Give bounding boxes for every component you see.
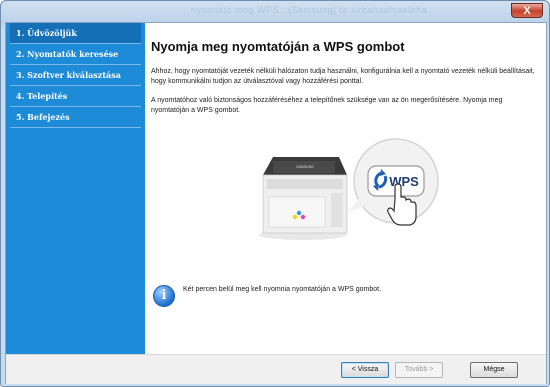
description-paragraph-1: Ahhoz, hogy nyomtatóját vezeték nélküli … bbox=[151, 68, 535, 85]
main-content: Nyomja meg nyomtatóján a WPS gombot Ahho… bbox=[145, 23, 546, 354]
wps-button-label: WPS bbox=[389, 174, 419, 189]
button-bar: < Vissza Tovább > Mégse bbox=[6, 354, 546, 384]
printer-brand-label: SAMSUNG bbox=[296, 165, 314, 169]
info-icon: i bbox=[153, 285, 175, 307]
step-welcome: 1. Üdvözöljük bbox=[10, 23, 141, 44]
printer-image: SAMSUNG bbox=[259, 157, 348, 240]
step-printer-search: 2. Nyomtatók keresése bbox=[10, 44, 141, 65]
step-install: 4. Telepítés bbox=[10, 86, 141, 107]
back-button[interactable]: < Vissza bbox=[341, 362, 389, 378]
steps-sidebar: 1. Üdvözöljük 2. Nyomtatók keresése 3. S… bbox=[6, 23, 145, 354]
page-title: Nyomja meg nyomtatóján a WPS gombot bbox=[151, 39, 405, 54]
printer-wps-illustration: SAMSUNG WPS bbox=[259, 138, 439, 240]
description-paragraph-2: A nyomtatóhoz való biztonságos hozzáféré… bbox=[151, 97, 503, 114]
installer-window: nyomtato meg WPS : (Samsung) te xirbahsa… bbox=[0, 0, 550, 387]
next-button[interactable]: Tovább > bbox=[395, 362, 443, 378]
window-title: nyomtato meg WPS : (Samsung) te xirbahsa… bbox=[191, 5, 428, 15]
info-message: Két percen belül meg kell nyomnia nyomta… bbox=[183, 286, 382, 293]
step-finish: 5. Befejezés bbox=[10, 107, 141, 128]
cancel-button[interactable]: Mégse bbox=[470, 362, 518, 378]
step-software-selection: 3. Szoftver kiválasztása bbox=[10, 65, 141, 86]
wps-callout: WPS bbox=[347, 138, 439, 226]
close-button[interactable]: X bbox=[511, 3, 543, 18]
wizard-body: 1. Üdvözöljük 2. Nyomtatók keresése 3. S… bbox=[5, 22, 547, 384]
title-bar: nyomtato meg WPS : (Samsung) te xirbahsa… bbox=[1, 1, 549, 21]
